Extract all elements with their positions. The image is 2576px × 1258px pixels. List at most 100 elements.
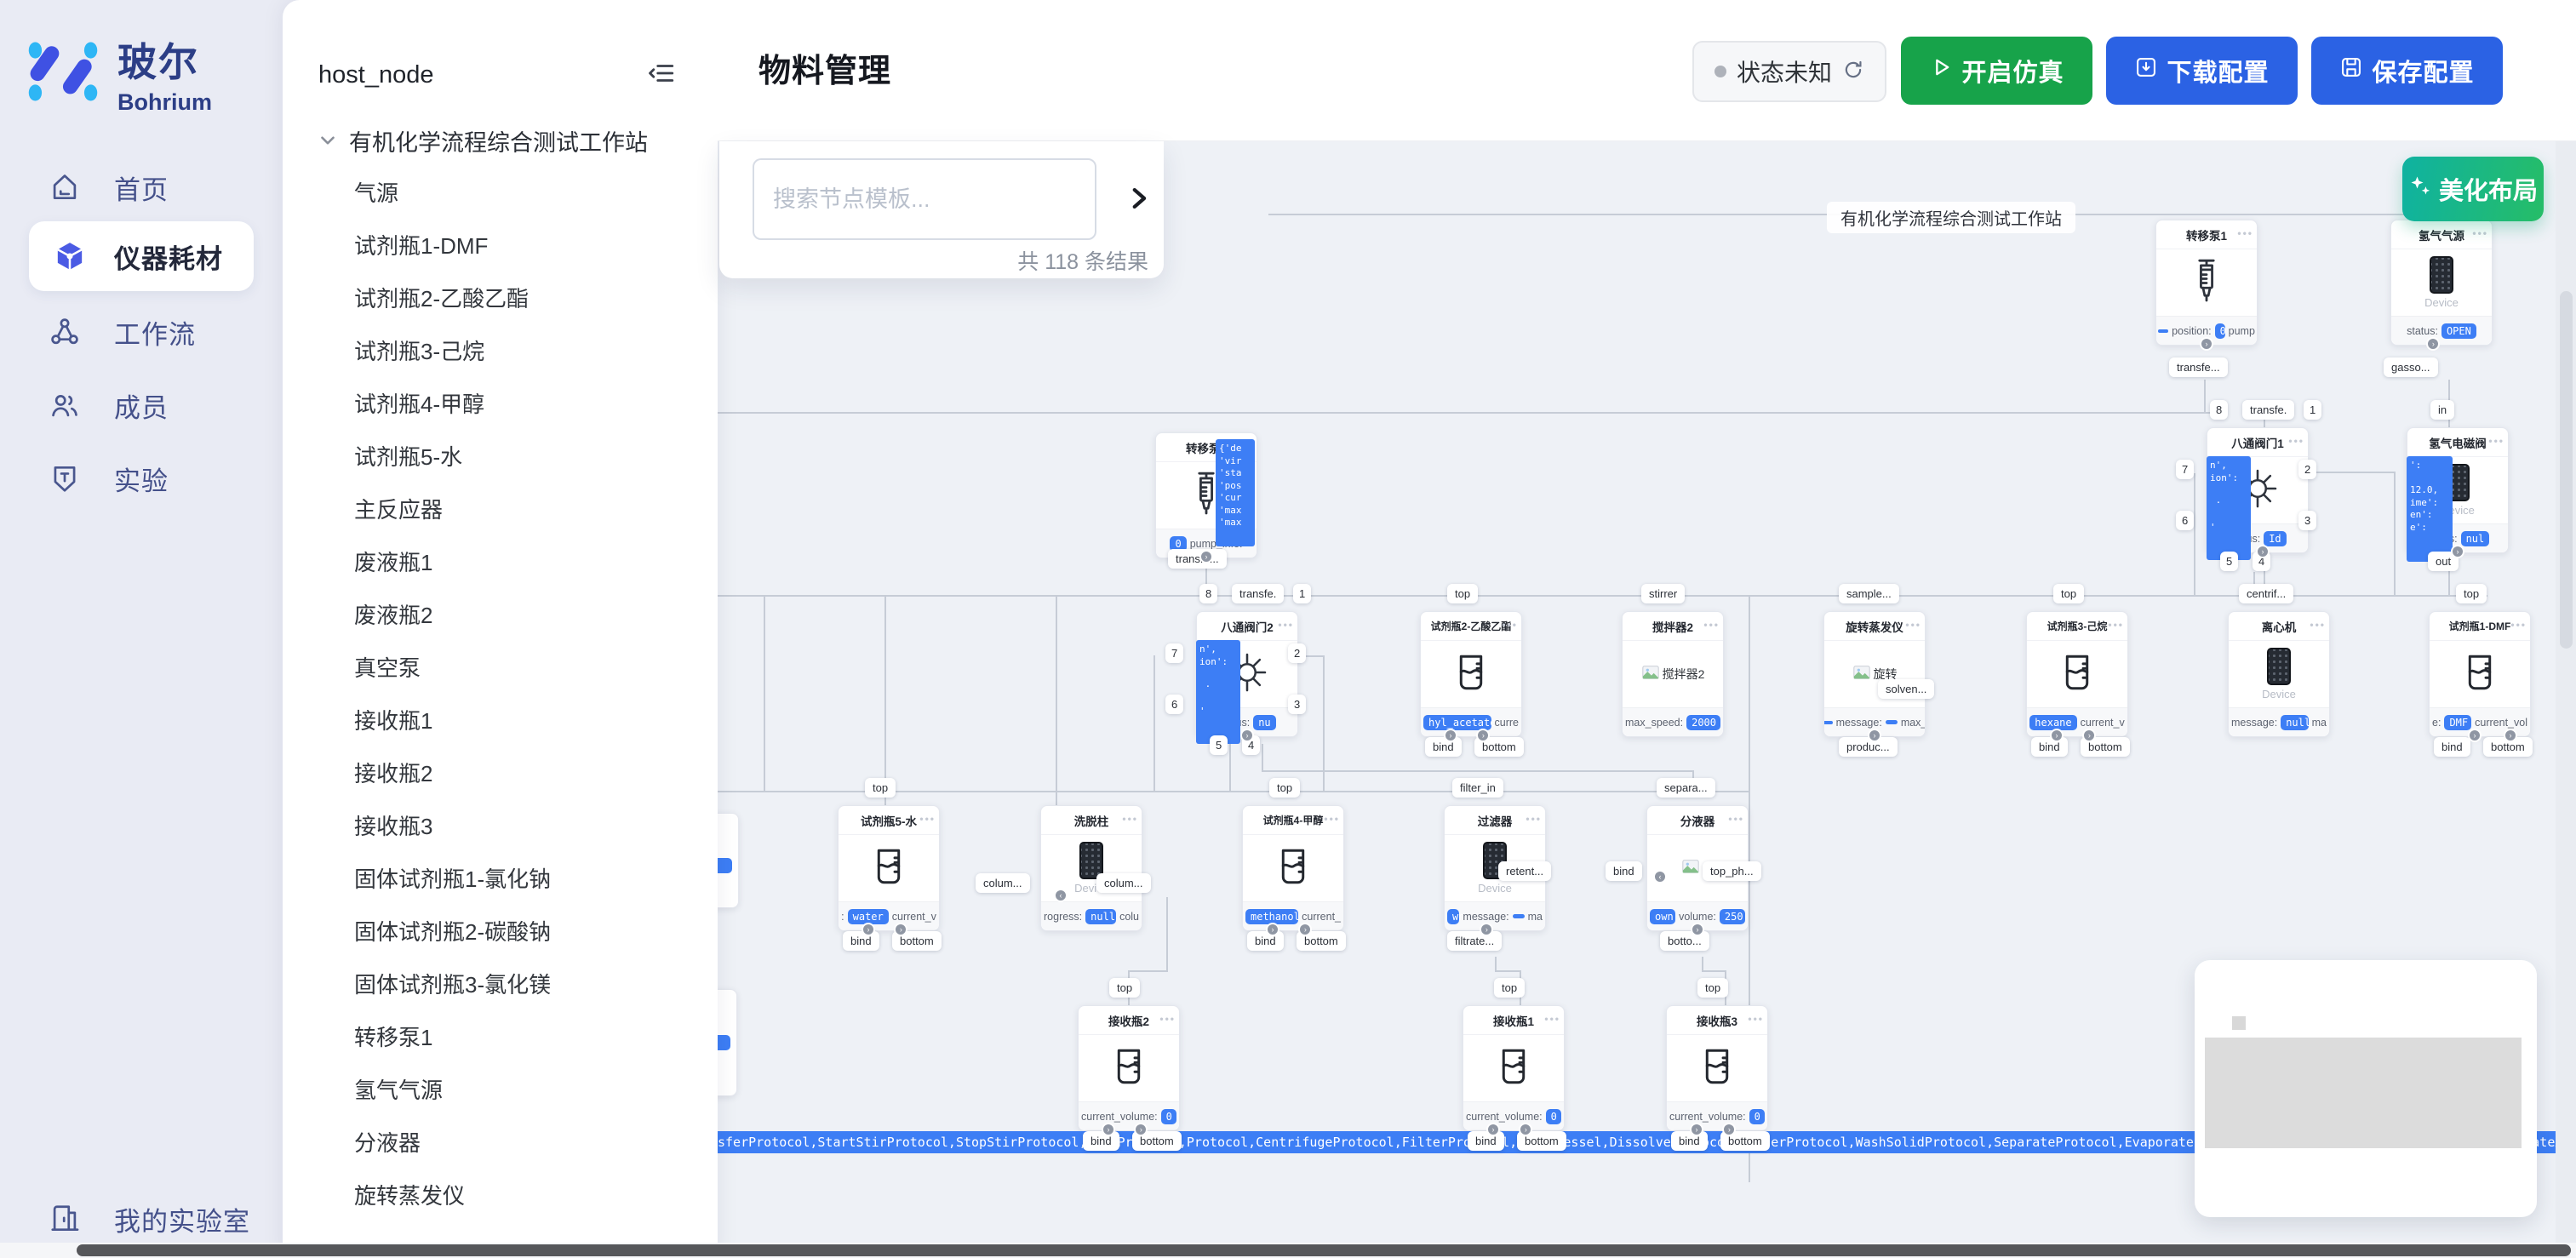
port-label[interactable]: top: [1447, 584, 1478, 603]
port-label[interactable]: retent...: [1498, 861, 1551, 881]
node-menu-icon[interactable]: •••: [2237, 227, 2253, 239]
expand-handle-icon[interactable]: ›: [862, 923, 875, 936]
port-label[interactable]: produc...: [1839, 737, 1898, 757]
port-label[interactable]: gasso...: [2384, 357, 2438, 377]
port-label[interactable]: transfe...: [1168, 549, 1227, 569]
expand-handle-icon[interactable]: ›: [2426, 337, 2440, 351]
sidebar-item-experiments[interactable]: 实验: [0, 444, 283, 512]
tree-item-2[interactable]: 试剂瓶1-DMF: [354, 220, 712, 272]
port-label[interactable]: filtrate...: [1447, 931, 1502, 951]
port-label[interactable]: 2: [1288, 643, 1306, 663]
node-menu-icon[interactable]: •••: [2488, 435, 2504, 447]
tree-item-12[interactable]: 接收瓶2: [354, 747, 712, 800]
node-transfer-pump-1[interactable]: 转移泵1•••position:0pump: [2155, 220, 2258, 346]
expand-handle-icon[interactable]: ›: [1199, 550, 1213, 563]
port-label[interactable]: top: [1494, 978, 1525, 998]
node-menu-icon[interactable]: •••: [1324, 813, 1340, 825]
collapse-panel-icon[interactable]: [644, 56, 678, 90]
port-label[interactable]: bind: [2031, 737, 2068, 757]
start-sim-button[interactable]: 开启仿真: [1901, 37, 2092, 105]
port-label[interactable]: bind: [1606, 861, 1642, 881]
port-label[interactable]: bind: [1425, 737, 1462, 757]
tree-root-workstation[interactable]: 有机化学流程综合测试工作站: [313, 119, 648, 162]
node-stirrer-2[interactable]: 搅拌器2•••搅拌器2max_speed:2000: [1622, 611, 1724, 737]
node-menu-icon[interactable]: •••: [2472, 227, 2488, 239]
port-label[interactable]: stirrer: [1641, 584, 1685, 603]
port-label[interactable]: transfe.: [2242, 400, 2294, 420]
port-label[interactable]: bind: [2434, 737, 2470, 757]
tree-item-20[interactable]: 旋转蒸发仪: [354, 1169, 712, 1222]
node-centrifuge[interactable]: 离心机•••Devicemessage:nullma: [2228, 611, 2330, 737]
tree-item-19[interactable]: 分液器: [354, 1117, 712, 1169]
node-menu-icon[interactable]: •••: [1159, 1013, 1176, 1025]
port-label[interactable]: top: [2053, 584, 2084, 603]
port-label[interactable]: top: [865, 778, 896, 798]
port-handle-icon[interactable]: ‹: [1054, 889, 1068, 902]
tree-item-4[interactable]: 试剂瓶3-己烷: [354, 325, 712, 378]
port-label[interactable]: top: [1269, 778, 1300, 798]
status-badge[interactable]: 状态未知: [1692, 41, 1886, 102]
node-menu-icon[interactable]: •••: [1748, 1013, 1764, 1025]
node-reagent-bottle-1[interactable]: 试剂瓶1-DMF•••e:DMFcurrent_vol: [2429, 611, 2531, 737]
node-menu-icon[interactable]: •••: [2288, 435, 2304, 447]
tree-item-13[interactable]: 接收瓶3: [354, 800, 712, 853]
port-label[interactable]: 8: [2210, 400, 2228, 420]
port-label[interactable]: transfe...: [2169, 357, 2228, 377]
tree-item-18[interactable]: 氢气气源: [354, 1064, 712, 1117]
node-h2-gas-source[interactable]: 氢气气源•••Devicestatus:OPEN: [2390, 220, 2493, 346]
node-menu-icon[interactable]: •••: [1905, 619, 1921, 631]
node-reagent-bottle-2[interactable]: 试剂瓶2-乙酸乙酯•••hyl_acetatecurre: [1420, 611, 1522, 737]
node-receiver-bottle-1[interactable]: 接收瓶1•••current_volume:0: [1463, 1005, 1565, 1131]
node-menu-icon[interactable]: •••: [2108, 619, 2124, 631]
port-label[interactable]: sample...: [1839, 584, 1899, 603]
expand-handle-icon[interactable]: ›: [1690, 1123, 1703, 1136]
vertical-scrollbar[interactable]: [2556, 141, 2576, 1258]
tree-item-9[interactable]: 废液瓶2: [354, 589, 712, 642]
node-menu-icon[interactable]: •••: [1703, 619, 1720, 631]
sidebar-item-workflow[interactable]: 工作流: [0, 298, 283, 366]
node-menu-icon[interactable]: •••: [1526, 813, 1542, 825]
sidebar-item-home[interactable]: 首页: [0, 153, 283, 221]
expand-handle-icon[interactable]: ›: [1266, 923, 1279, 936]
node-menu-icon[interactable]: •••: [2310, 619, 2326, 631]
minimap[interactable]: [2195, 960, 2537, 1217]
node-rotary-evaporator[interactable]: 旋转蒸发仪•••旋转message:max_: [1823, 611, 1926, 737]
port-label[interactable]: bind: [1083, 1131, 1119, 1151]
vertical-scrollbar-thumb[interactable]: [2560, 291, 2573, 649]
port-label[interactable]: 7: [1165, 643, 1183, 663]
port-label[interactable]: 2: [2298, 460, 2316, 479]
expand-handle-icon[interactable]: ›: [2451, 545, 2464, 558]
node-elution-column[interactable]: 洗脱柱•••Devicerogress:nullcolu: [1040, 805, 1142, 931]
port-label[interactable]: top_ph...: [1703, 861, 1761, 881]
tree-item-1[interactable]: 气源: [354, 167, 712, 220]
minimap-viewport[interactable]: [2205, 1038, 2522, 1148]
port-handle-icon[interactable]: ‹: [1653, 870, 1667, 883]
tree-item-16[interactable]: 固体试剂瓶3-氯化镁: [354, 958, 712, 1011]
expand-handle-icon[interactable]: ›: [2468, 729, 2482, 742]
tree-item-17[interactable]: 转移泵1: [354, 1011, 712, 1064]
expand-handle-icon[interactable]: ›: [1444, 729, 1457, 742]
refresh-icon[interactable]: [1842, 59, 1864, 85]
port-label[interactable]: 6: [1165, 695, 1183, 714]
port-label[interactable]: bind: [1468, 1131, 1504, 1151]
expand-handle-icon[interactable]: ›: [1240, 729, 1254, 742]
port-label[interactable]: 8: [1199, 584, 1217, 603]
node-menu-icon[interactable]: •••: [919, 813, 936, 825]
node-receiver-bottle-2[interactable]: 接收瓶2•••current_volume:0: [1078, 1005, 1180, 1131]
node-menu-icon[interactable]: •••: [1502, 619, 1518, 631]
port-label[interactable]: top: [2456, 584, 2487, 603]
port-label[interactable]: 5: [1210, 735, 1228, 755]
tree-item-14[interactable]: 固体试剂瓶1-氯化钠: [354, 853, 712, 906]
port-label[interactable]: centrif...: [2239, 584, 2293, 603]
port-label[interactable]: separa...: [1657, 778, 1715, 798]
beautify-layout-button[interactable]: 美化布局: [2402, 157, 2544, 221]
expand-handle-icon[interactable]: ›: [1102, 1123, 1115, 1136]
expand-handle-icon[interactable]: ›: [2256, 545, 2270, 558]
flow-canvas[interactable]: 有机化学流程综合测试工作站 sferProtocol,StartStirProt…: [718, 141, 2576, 1258]
expand-handle-icon[interactable]: ›: [1868, 729, 1881, 742]
expand-handle-icon[interactable]: ›: [1486, 1123, 1500, 1136]
port-label[interactable]: 1: [1293, 584, 1311, 603]
expand-handle-icon[interactable]: ›: [2200, 337, 2213, 351]
port-label[interactable]: 5: [2220, 552, 2238, 571]
port-label[interactable]: bind: [843, 931, 879, 951]
